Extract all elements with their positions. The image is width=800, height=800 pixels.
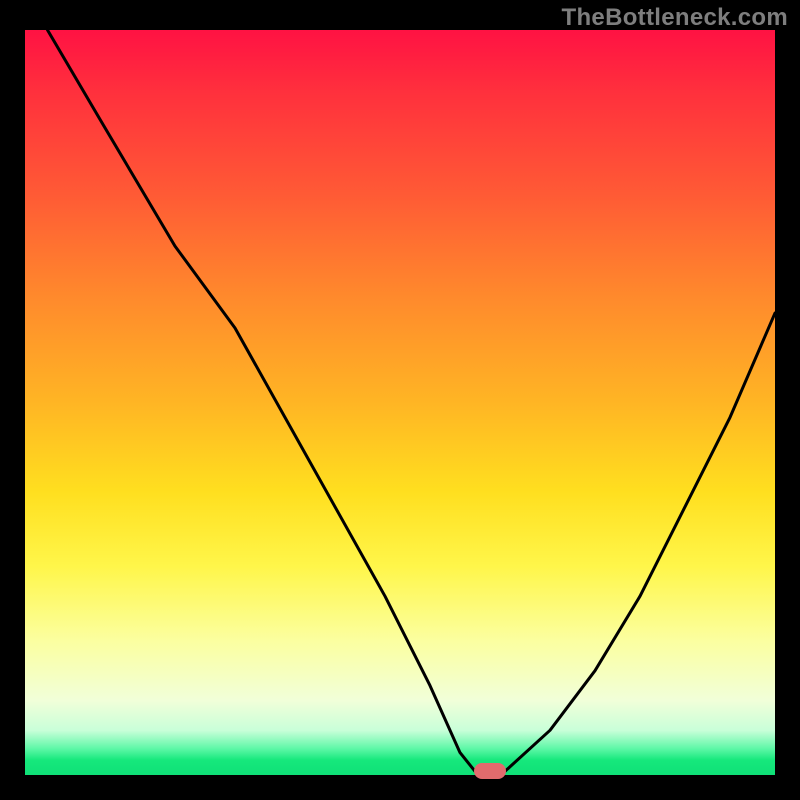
optimal-point-marker: [474, 763, 506, 779]
bottleneck-curve: [25, 30, 775, 775]
plot-area: [25, 30, 775, 775]
watermark-text: TheBottleneck.com: [562, 4, 788, 32]
chart-frame: TheBottleneck.com: [0, 0, 800, 800]
